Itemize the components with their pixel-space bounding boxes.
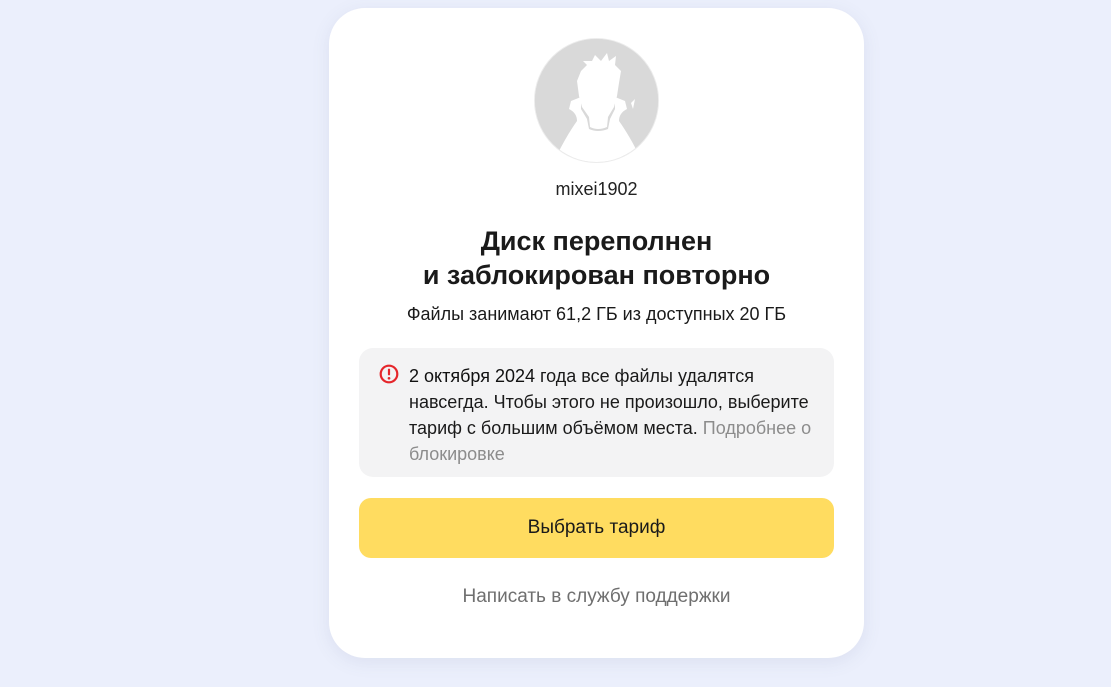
deletion-date: 2 октября 2024 xyxy=(409,366,535,386)
default-user-silhouette-icon xyxy=(535,39,658,162)
warning-circle-icon xyxy=(379,364,399,384)
storage-usage-text: Файлы занимают 61,2 ГБ из доступных 20 Г… xyxy=(406,304,787,324)
page-title: Диск переполнен и заблокирован повторно xyxy=(329,224,864,292)
avatar xyxy=(534,38,659,163)
notice-text: 2 октября 2024 года все файлы удалятся н… xyxy=(409,363,814,467)
title-line-2: и заблокирован повторно xyxy=(422,260,771,290)
choose-plan-button[interactable]: Выбрать тариф xyxy=(359,498,834,558)
title-line-1: Диск переполнен xyxy=(480,226,713,256)
disk-blocked-card: mixei1902 Диск переполнен и заблокирован… xyxy=(329,8,864,658)
username: mixei1902 xyxy=(555,179,638,199)
contact-support-link[interactable]: Написать в службу поддержки xyxy=(329,586,864,608)
deletion-warning-notice: 2 октября 2024 года все файлы удалятся н… xyxy=(359,348,834,477)
